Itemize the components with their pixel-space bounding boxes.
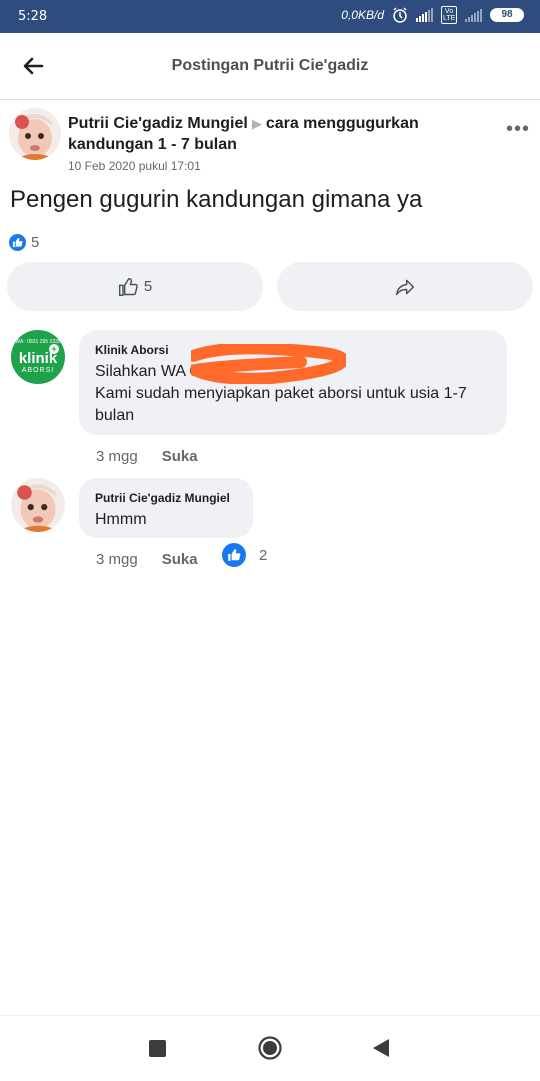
signal-icon-2 [465,8,482,22]
baby-avatar-image [11,478,65,532]
plus-icon: + [49,344,59,354]
klinik-logo: WA : 0831 295 3335 klinik ABORSI + [11,330,65,384]
comment-like-button[interactable]: Suka [162,551,198,568]
comment-author[interactable]: Klinik Aborsi [95,343,169,357]
commenter-avatar[interactable] [11,478,65,532]
baby-avatar-image [9,108,61,160]
battery-icon: 98 [490,8,524,22]
comment-bubble[interactable]: Klinik Aborsi Silahkan WA 08 Kami sudah … [79,330,507,435]
comment-meta: 3 mgg Suka [96,551,198,568]
alarm-icon [393,7,407,23]
system-nav-bar [0,1015,540,1081]
share-arrow-icon [395,279,415,295]
comment-like-button[interactable]: Suka [162,448,198,465]
status-icons: 0,0KB/d Vo LTE 98 [341,6,524,24]
status-bar: 5:28 0,0KB/d Vo LTE 98 [0,0,540,33]
more-horizontal-icon[interactable]: ••• [506,118,530,141]
comment-author[interactable]: Putrii Cie'gadiz Mungiel [95,491,230,505]
comment-text-line2: Kami sudah menyiapkan paket aborsi untuk… [95,385,467,424]
comment-time[interactable]: 3 mgg [96,448,138,465]
post-reactions[interactable]: 5 [9,234,39,251]
post-header-text: Putrii Cie'gadiz Mungiel ▶ cara menggugurk… [68,113,468,155]
like-reaction-icon [9,234,26,251]
status-time: 5:28 [18,9,48,24]
home-circle-icon[interactable] [258,1036,282,1060]
page-title: Postingan Putrii Cie'gadiz [171,57,369,74]
klinik-avatar[interactable]: WA : 0831 295 3335 klinik ABORSI + [11,330,65,384]
author-avatar[interactable] [9,108,61,160]
volte-icon: Vo LTE [441,6,457,24]
like-button-count: 5 [143,278,153,295]
share-button[interactable] [277,262,533,311]
redaction-scribble [191,344,346,384]
like-reaction-icon [222,543,246,567]
comment-reactions[interactable]: 2 [222,543,267,567]
klinik-logo-subtitle: ABORSI [21,367,55,374]
signal-icon [416,8,433,22]
comment-meta: 3 mgg Suka [96,448,198,465]
post-timestamp[interactable]: 10 Feb 2020 pukul 17:01 [68,159,201,173]
back-triangle-icon[interactable] [372,1038,390,1058]
reaction-count: 5 [31,234,40,251]
comment-text: Hmmm [95,511,147,528]
comment-time[interactable]: 3 mgg [96,551,138,568]
group-separator-icon: ▶ [251,116,262,131]
recents-square-icon[interactable] [149,1040,166,1057]
page-header: Postingan Putrii Cie'gadiz [0,33,540,100]
like-button[interactable]: 5 [7,262,263,311]
thumbs-up-icon [118,277,138,296]
network-speed: 0,0KB/d [341,8,384,22]
post-author-name[interactable]: Putrii Cie'gadiz Mungiel [68,115,248,132]
comment-bubble[interactable]: Putrii Cie'gadiz Mungiel Hmmm [79,478,253,538]
comment-reaction-count: 2 [259,546,268,564]
post-body: Pengen gugurin kandungan gimana ya [10,186,423,213]
